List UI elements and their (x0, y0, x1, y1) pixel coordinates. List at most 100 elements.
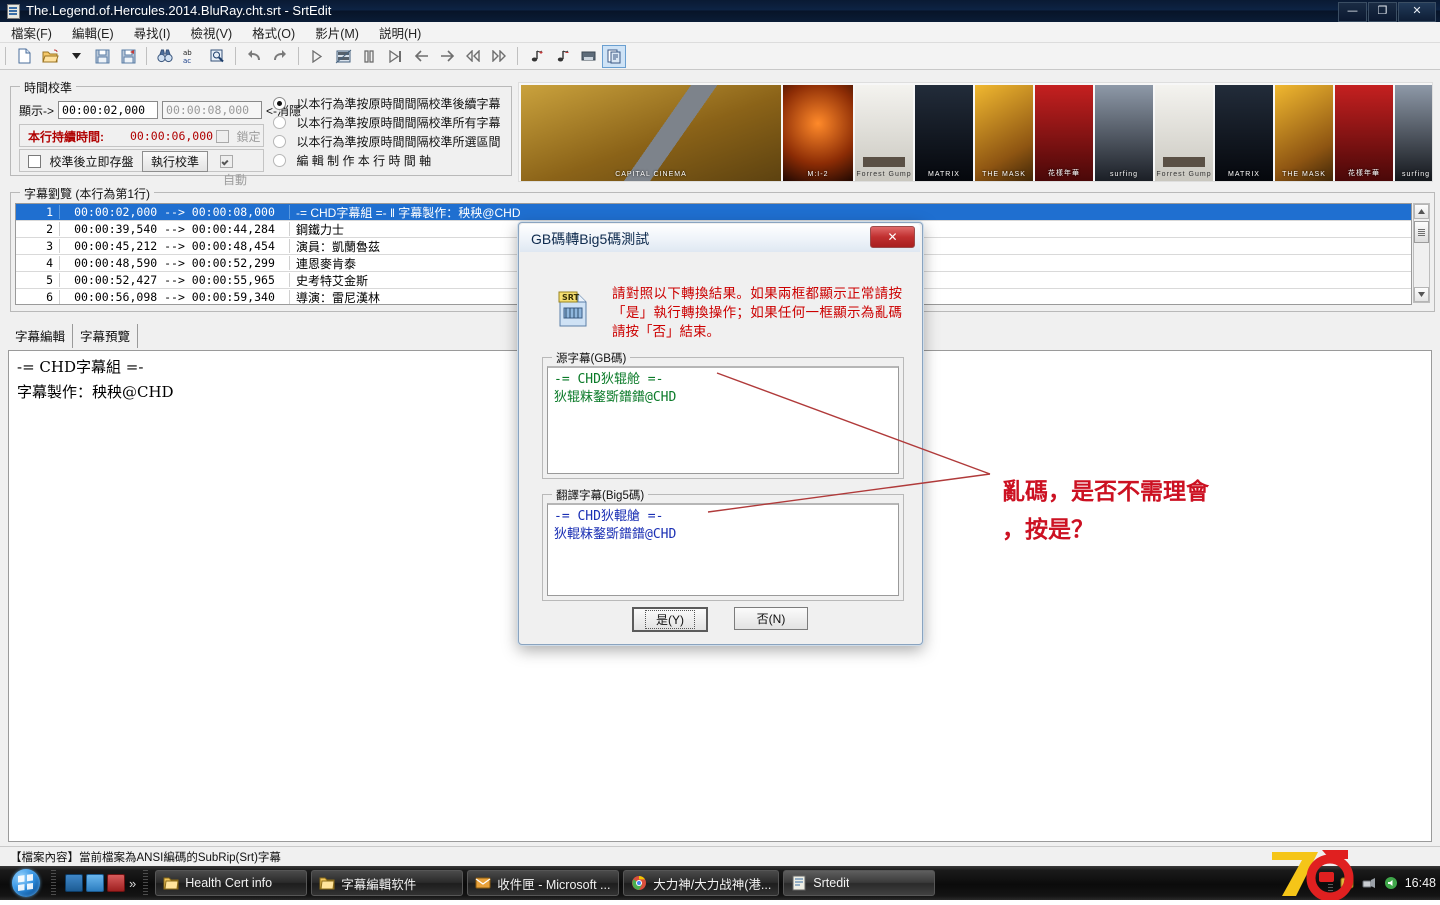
tab-subtitle-preview[interactable]: 字幕預覽 (73, 324, 139, 348)
encoding-convert-icon[interactable] (602, 44, 626, 68)
yes-button-label: 是(Y) (645, 610, 695, 629)
editor-tabs: 字幕編輯 字幕預覽 (8, 324, 139, 348)
redo-icon[interactable] (268, 45, 292, 68)
open-folder-icon[interactable] (38, 45, 62, 68)
radio-edit-timeline-label: 編 輯 制 作 本 行 時 間 軸 (296, 154, 432, 168)
maximize-button[interactable]: ❐ (1368, 2, 1397, 22)
audio-add-icon[interactable] (524, 45, 548, 68)
taskbar-grip[interactable] (143, 870, 149, 896)
table-row[interactable]: 1 00:00:02,000 --> 00:00:08,000 -= CHD字幕… (16, 204, 1411, 221)
close-button[interactable]: ✕ (1398, 2, 1436, 22)
scroll-up-arrow-icon[interactable] (1414, 204, 1429, 219)
row-text: 演員：凱蘭魯茲 (296, 239, 381, 254)
menu-movie[interactable]: 影片(M) (306, 21, 368, 44)
hide-time-input[interactable] (162, 101, 263, 119)
ql-media-icon[interactable] (65, 874, 83, 892)
system-tray: 16:48 (1327, 866, 1436, 900)
save-after-calibration-checkbox[interactable] (28, 155, 41, 168)
menu-file[interactable]: 檔案(F) (2, 21, 61, 44)
goto-magnifier-icon[interactable] (205, 45, 229, 68)
new-file-icon[interactable] (12, 45, 36, 68)
quicklaunch-overflow-icon[interactable]: » (129, 876, 136, 891)
radio-range-label: 以本行為準按原時間間隔校準所選區間 (296, 135, 501, 149)
taskbar: » Health Cert info 字幕編輯软件 收件匣 - Microsof… (0, 866, 1440, 900)
action-center-icon[interactable] (1339, 875, 1355, 891)
row-index: 5 (16, 273, 60, 287)
skip-end-icon[interactable] (383, 45, 407, 68)
rewind-icon[interactable] (461, 45, 485, 68)
menu-format[interactable]: 格式(O) (243, 21, 304, 44)
arrow-right-icon[interactable] (435, 45, 459, 68)
film-strip-icon[interactable] (331, 45, 355, 68)
no-button-label: 否(N) (756, 612, 786, 626)
menu-edit[interactable]: 編輯(E) (63, 21, 123, 44)
source-group-title: 源字幕(GB碼) (552, 350, 631, 366)
save-as-icon[interactable] (116, 45, 140, 68)
fast-forward-icon[interactable] (487, 45, 511, 68)
taskbar-clock[interactable]: 16:48 (1405, 876, 1436, 890)
source-line: 狄辊粖鍪斲鐠鐠@CHD (554, 390, 677, 405)
poster-item: THE MASK (1275, 85, 1333, 181)
audio-remove-icon[interactable] (550, 45, 574, 68)
poster-item: Forrest Gump (1155, 85, 1213, 181)
time-calibration-title: 時間校準 (20, 79, 77, 96)
row-time: 00:00:45,212 --> 00:00:48,454 (60, 239, 290, 253)
taskbar-item-label: 大力神/大力战神(港... (653, 877, 772, 892)
volume-icon[interactable] (1383, 875, 1399, 891)
taskbar-item-subtitle-software[interactable]: 字幕編輯软件 (311, 870, 464, 896)
subtitle-list-scrollbar[interactable] (1413, 203, 1430, 303)
network-icon[interactable] (1361, 875, 1377, 891)
menu-view[interactable]: 檢視(V) (181, 21, 241, 44)
quicklaunch-grip[interactable] (51, 870, 56, 896)
menu-find[interactable]: 尋找(I) (125, 21, 180, 44)
tray-grip[interactable] (1327, 872, 1333, 894)
stop-icon[interactable] (576, 45, 600, 68)
start-button[interactable] (4, 868, 48, 898)
target-subtitle-textbox[interactable]: -= CHD狄輥艙 =- 狄輥粖鍪斲鐠鐠@CHD (547, 503, 899, 596)
row-text: 史考特艾金斯 (296, 273, 369, 288)
auto-checkbox[interactable] (220, 155, 233, 168)
tab-subtitle-edit[interactable]: 字幕編輯 (8, 324, 74, 348)
arrow-left-icon[interactable] (409, 45, 433, 68)
row-index: 1 (16, 205, 60, 219)
pause-icon[interactable] (357, 45, 381, 68)
movie-poster-banner: CAPITAL CINEMA M:I-2 Forrest Gump MATRIX… (518, 82, 1433, 182)
ql-desktop-icon[interactable] (86, 874, 104, 892)
save-icon[interactable] (90, 45, 114, 68)
open-dropdown-icon[interactable] (64, 45, 88, 68)
source-subtitle-textbox[interactable]: -= CHD狄辊舱 =- 狄辊粖鍪斲鐠鐠@CHD (547, 366, 899, 474)
scrollbar-thumb[interactable] (1414, 221, 1429, 243)
lock-checkbox[interactable] (216, 130, 229, 143)
dialog-close-button[interactable]: ✕ (870, 226, 915, 248)
undo-icon[interactable] (242, 45, 266, 68)
play-icon[interactable] (305, 45, 329, 68)
run-calibration-button[interactable]: 執行校準 (142, 151, 209, 172)
taskbar-item-chrome[interactable]: 大力神/大力战神(港... (623, 870, 780, 896)
row-time: 00:00:48,590 --> 00:00:52,299 (60, 256, 290, 270)
taskbar-item-label: 收件匣 - Microsoft ... (497, 877, 611, 892)
taskbar-item-srtedit[interactable]: Srtedit (783, 870, 936, 896)
toolbar-separator (5, 47, 6, 65)
menu-help[interactable]: 説明(H) (370, 21, 430, 44)
ql-ie-icon[interactable] (107, 874, 125, 892)
minimize-button[interactable]: — (1338, 2, 1367, 22)
replace-abac-icon[interactable]: ab ac (179, 45, 203, 68)
taskbar-item-outlook[interactable]: 收件匣 - Microsoft ... (467, 870, 620, 896)
radio-option-selected-range[interactable]: 以本行為準按原時間間隔校準所選區間 (273, 133, 500, 152)
toolbar-separator (235, 47, 236, 65)
radio-option-all[interactable]: 以本行為準按原時間間隔校準所有字幕 (273, 114, 500, 133)
radio-option-subsequent[interactable]: 以本行為準按原時間間隔校準後續字幕 (273, 95, 500, 114)
row-index: 2 (16, 222, 60, 236)
find-binoculars-icon[interactable] (153, 45, 177, 68)
no-button[interactable]: 否(N) (734, 607, 808, 630)
poster-item: surfing (1395, 85, 1432, 181)
taskbar-item-health-cert[interactable]: Health Cert info (155, 870, 308, 896)
radio-option-edit-timeline[interactable]: 編 輯 制 作 本 行 時 間 軸 (273, 152, 500, 171)
radio-all-indicator (273, 116, 286, 129)
target-line: 狄輥粖鍪斲鐠鐠@CHD (554, 527, 677, 542)
row-text: -= CHD字幕組 =- ‖ 字幕製作：秧秧@CHD (296, 205, 521, 220)
yes-button[interactable]: 是(Y) (632, 607, 708, 632)
show-time-input[interactable] (58, 101, 159, 119)
scroll-down-arrow-icon[interactable] (1414, 287, 1429, 302)
poster-caption: Forrest Gump (1156, 171, 1212, 178)
